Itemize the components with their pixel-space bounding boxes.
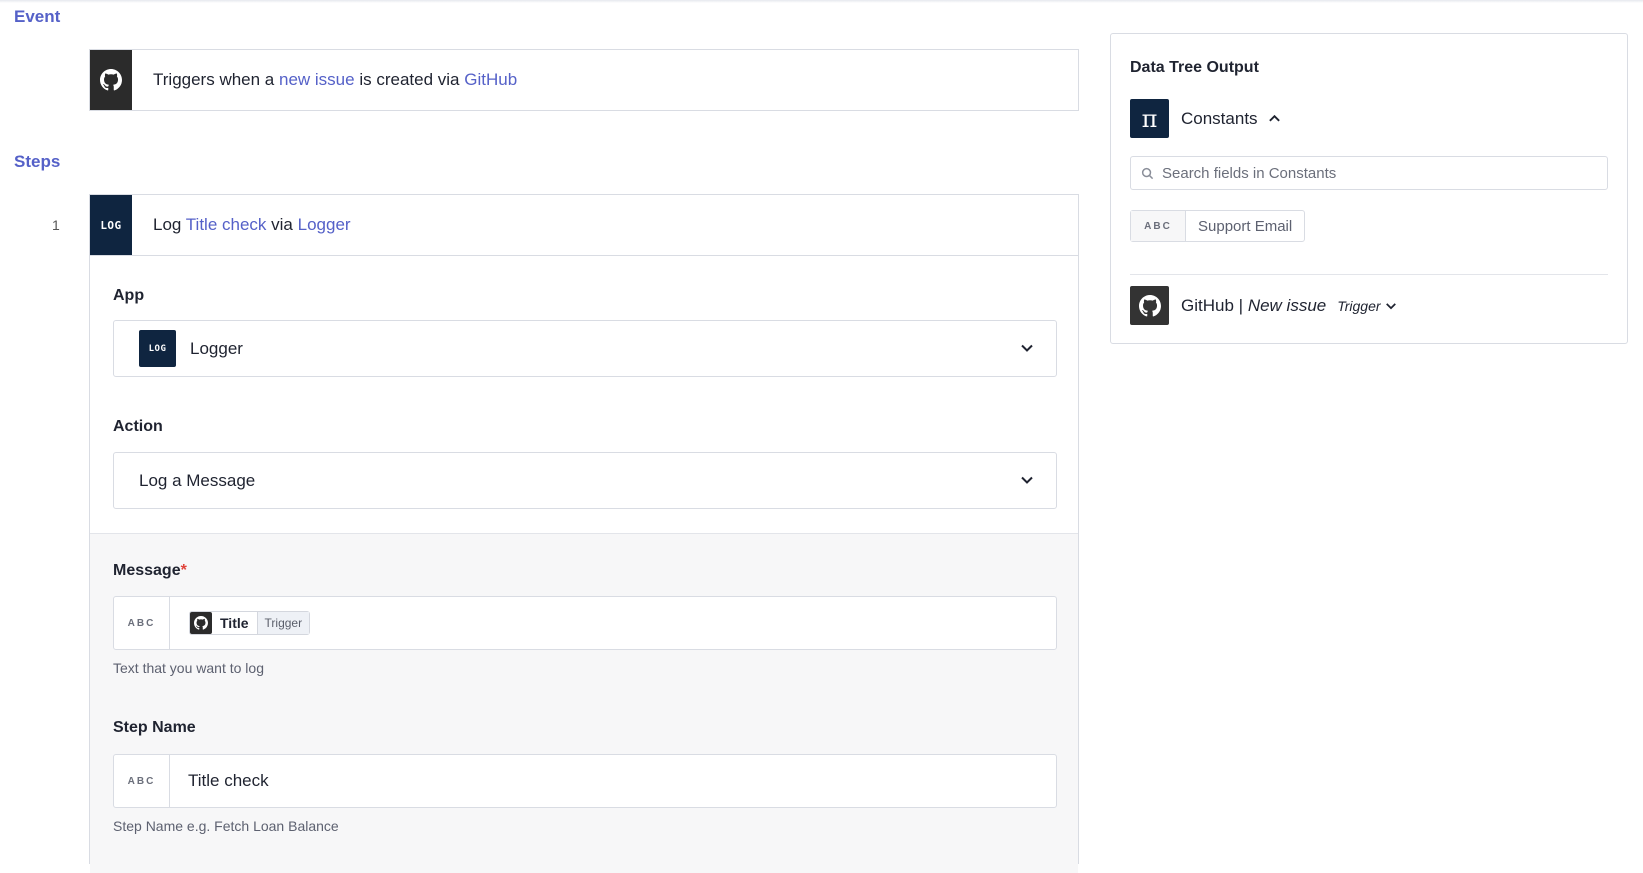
token-source: Trigger — [256, 612, 310, 634]
github-source-label: GitHub | New issue — [1181, 296, 1326, 316]
text-type-indicator: ABC — [114, 755, 170, 807]
support-email-label: Support Email — [1198, 217, 1293, 235]
step-name-helper-text: Step Name e.g. Fetch Loan Balance — [113, 818, 339, 834]
event-trigger-card[interactable]: Triggers when a new issue is created via… — [89, 49, 1079, 111]
github-trigger-toggle[interactable]: GitHub | New issue Trigger — [1130, 286, 1397, 325]
event-middle: is created via — [359, 70, 460, 89]
chevron-down-icon[interactable] — [1385, 300, 1397, 312]
step-title-prefix: Log — [153, 215, 182, 234]
message-label-text: Message — [113, 562, 181, 579]
constants-label: Constants — [1181, 108, 1258, 128]
step-name-field-label: Step Name — [113, 719, 196, 736]
message-field-label: Message* — [113, 562, 187, 580]
logger-badge: LOG — [100, 218, 122, 232]
app-logo-badge: LOG — [148, 343, 167, 354]
data-tree-output-panel: Data Tree Output π Constants Search fiel… — [1110, 33, 1628, 344]
app-select[interactable]: LOG Logger — [113, 320, 1057, 377]
event-trigger-link[interactable]: new issue — [279, 70, 355, 89]
action-select-value: Log a Message — [139, 470, 256, 490]
github-icon — [90, 50, 132, 110]
search-placeholder: Search fields in Constants — [1162, 164, 1337, 182]
chevron-down-icon[interactable] — [1020, 341, 1034, 355]
top-shadow — [0, 0, 1643, 3]
chevron-down-icon[interactable] — [1020, 473, 1034, 487]
support-email-field[interactable]: ABC Support Email — [1130, 210, 1306, 242]
github-app-name: GitHub — [1181, 295, 1234, 315]
action-field-label: Action — [113, 418, 163, 435]
message-input[interactable]: ABC Title Trigger — [113, 596, 1057, 650]
action-select[interactable]: Log a Message — [113, 452, 1057, 509]
event-app-link[interactable]: GitHub — [464, 70, 517, 89]
step-number: 1 — [52, 217, 60, 233]
logger-app-icon: LOG — [139, 330, 176, 367]
panel-title: Data Tree Output — [1130, 59, 1259, 76]
github-separator: | — [1238, 295, 1244, 315]
text-type-indicator: ABC — [1131, 211, 1186, 241]
chevron-up-icon[interactable] — [1268, 112, 1281, 125]
message-helper-text: Text that you want to log — [113, 660, 264, 676]
step-card: LOG Log Title check via Logger App LOG L… — [89, 194, 1079, 873]
github-event-name: New issue — [1247, 295, 1327, 315]
text-type-indicator: ABC — [114, 597, 170, 649]
app-select-value: Logger — [190, 338, 243, 358]
step-name-input[interactable]: ABC Title check — [113, 754, 1057, 808]
step-title-middle: via — [271, 215, 293, 234]
constants-search-input[interactable]: Search fields in Constants — [1130, 156, 1608, 190]
github-icon — [1130, 286, 1169, 325]
pi-icon: π — [1130, 99, 1169, 138]
event-prefix: Triggers when a — [153, 70, 275, 89]
constants-toggle[interactable]: π Constants — [1130, 99, 1281, 138]
event-description: Triggers when a new issue is created via… — [153, 70, 517, 90]
step-name-value: Title check — [188, 771, 269, 790]
message-settings-section: Message* ABC Title Trigger Text that you… — [90, 533, 1078, 873]
github-icon — [190, 612, 212, 634]
step-title: Log Title check via Logger — [153, 215, 351, 235]
search-icon — [1141, 167, 1154, 179]
app-field-label: App — [113, 287, 145, 304]
step-header[interactable]: LOG Log Title check via Logger — [90, 195, 1078, 256]
github-source-tag: Trigger — [1337, 297, 1381, 314]
logger-icon: LOG — [90, 195, 132, 255]
divider — [1130, 274, 1608, 275]
steps-section-label: Steps — [14, 152, 61, 171]
step-app-link[interactable]: Logger — [298, 215, 351, 234]
title-trigger-token[interactable]: Title Trigger — [189, 611, 311, 635]
required-mark: * — [180, 562, 187, 579]
step-title-link[interactable]: Title check — [186, 215, 267, 234]
token-title: Title — [220, 615, 249, 631]
event-section-label: Event — [14, 7, 61, 26]
